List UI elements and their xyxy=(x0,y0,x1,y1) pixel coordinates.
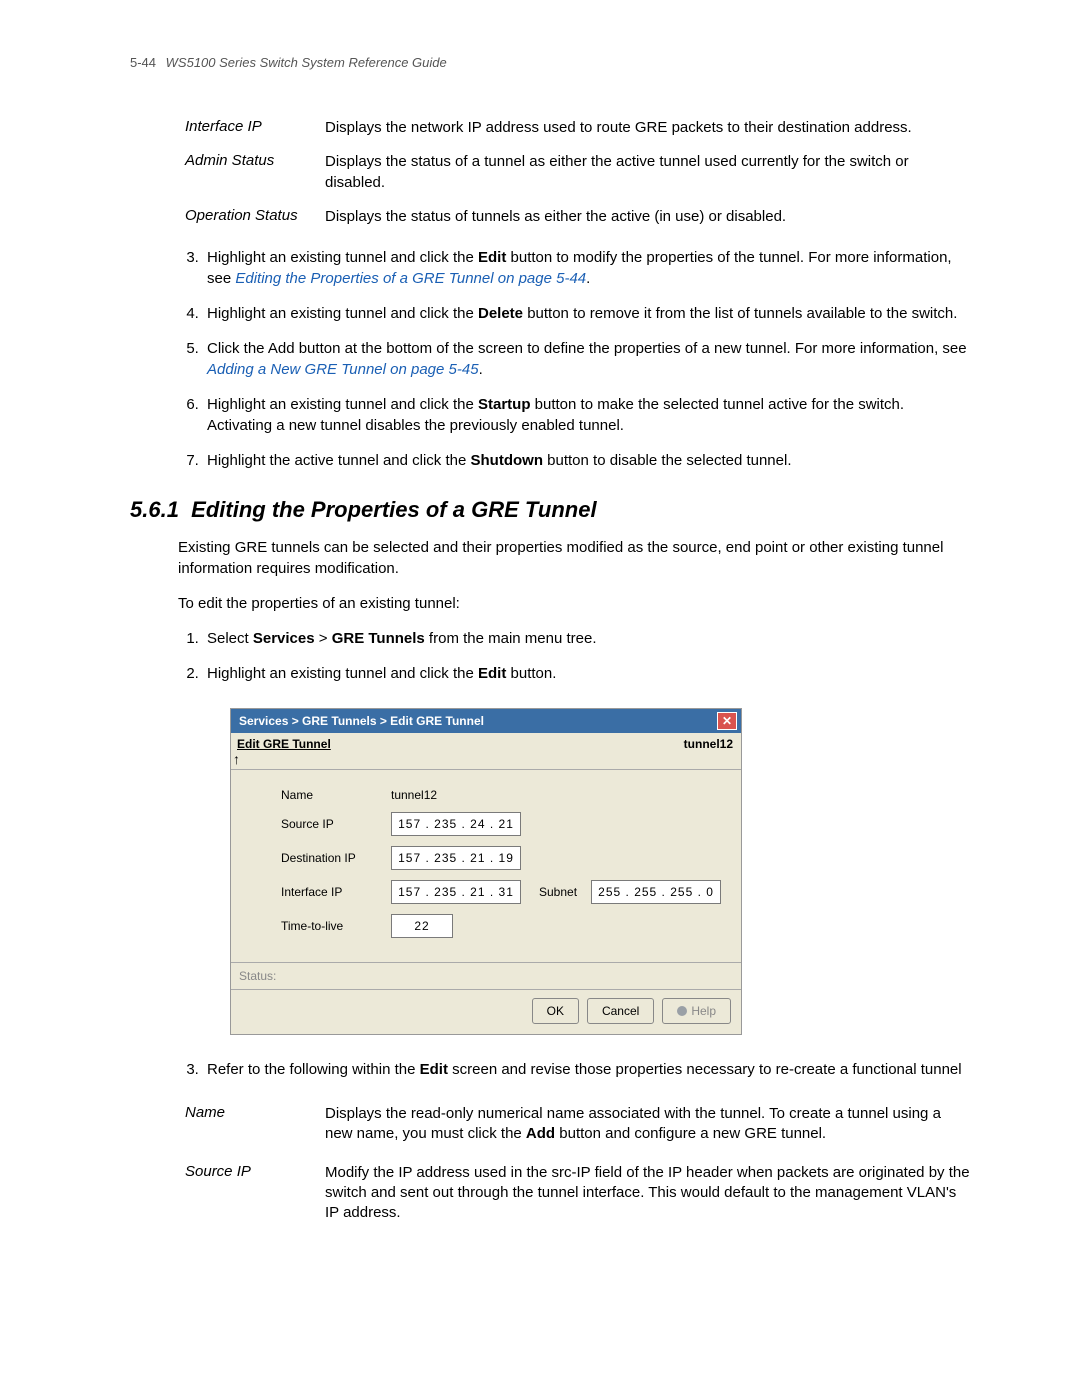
close-icon[interactable]: ✕ xyxy=(717,712,737,730)
page-number: 5-44 xyxy=(130,55,156,70)
def-row: Source IP Modify the IP address used in … xyxy=(185,1163,970,1224)
source-ip-label: Source IP xyxy=(281,817,391,831)
source-ip-input[interactable]: 157 . 235 . 24 . 21 xyxy=(391,812,521,836)
subnet-input[interactable]: 255 . 255 . 255 . 0 xyxy=(591,880,721,904)
def-desc: Displays the status of a tunnel as eithe… xyxy=(325,152,970,193)
dialog-button-row: OK Cancel Help xyxy=(231,989,741,1034)
section-heading: 5.6.1 Editing the Properties of a GRE Tu… xyxy=(130,497,970,523)
def-row: Name Displays the read-only numerical na… xyxy=(185,1104,970,1145)
def-term: Name xyxy=(185,1104,325,1145)
list-item: Click the Add button at the bottom of th… xyxy=(203,338,970,380)
ordered-steps-a: Highlight an existing tunnel and click t… xyxy=(178,247,970,471)
xref-link[interactable]: Adding a New GRE Tunnel on page 5-45 xyxy=(207,361,479,378)
help-button[interactable]: Help xyxy=(662,998,731,1024)
dialog-title-text: Services > GRE Tunnels > Edit GRE Tunnel xyxy=(239,714,484,728)
dialog-subtitle-right: tunnel12 xyxy=(684,737,733,767)
def-desc: Displays the read-only numerical name as… xyxy=(325,1104,970,1145)
edit-gre-dialog: Services > GRE Tunnels > Edit GRE Tunnel… xyxy=(230,708,742,1035)
destination-ip-label: Destination IP xyxy=(281,851,391,865)
def-desc: Displays the status of tunnels as either… xyxy=(325,207,970,227)
interface-ip-label: Interface IP xyxy=(281,885,391,899)
definition-table-top: Interface IP Displays the network IP add… xyxy=(185,118,970,227)
interface-ip-input[interactable]: 157 . 235 . 21 . 31 xyxy=(391,880,521,904)
def-row: Interface IP Displays the network IP add… xyxy=(185,118,970,138)
def-row: Admin Status Displays the status of a tu… xyxy=(185,152,970,193)
page-header: 5-44 WS5100 Series Switch System Referen… xyxy=(130,55,970,70)
ordered-steps-b: Select Services > GRE Tunnels from the m… xyxy=(178,628,970,684)
def-term: Admin Status xyxy=(185,152,325,193)
name-value: tunnel12 xyxy=(391,788,437,802)
ttl-label: Time-to-live xyxy=(281,919,391,933)
destination-ip-input[interactable]: 157 . 235 . 21 . 19 xyxy=(391,846,521,870)
name-label: Name xyxy=(281,788,391,802)
def-term: Operation Status xyxy=(185,207,325,227)
list-item: Highlight an existing tunnel and click t… xyxy=(203,303,970,324)
xref-link[interactable]: Editing the Properties of a GRE Tunnel o… xyxy=(235,270,586,287)
body-paragraph: To edit the properties of an existing tu… xyxy=(178,593,970,614)
def-term: Interface IP xyxy=(185,118,325,138)
dialog-status: Status: xyxy=(231,962,741,989)
def-term: Source IP xyxy=(185,1163,325,1224)
dialog-subtitle-left: Edit GRE Tunnel xyxy=(237,737,331,751)
list-item: Highlight an existing tunnel and click t… xyxy=(203,247,970,289)
cancel-button[interactable]: Cancel xyxy=(587,998,654,1024)
list-item: Highlight an existing tunnel and click t… xyxy=(203,663,970,684)
def-desc: Displays the network IP address used to … xyxy=(325,118,970,138)
list-item: Refer to the following within the Edit s… xyxy=(203,1059,970,1080)
subnet-label: Subnet xyxy=(539,885,577,899)
dialog-titlebar: Services > GRE Tunnels > Edit GRE Tunnel… xyxy=(231,709,741,733)
definition-table-bottom: Name Displays the read-only numerical na… xyxy=(185,1104,970,1223)
dialog-subtitle: Edit GRE Tunnel ↑ tunnel12 xyxy=(231,733,741,770)
body-paragraph: Existing GRE tunnels can be selected and… xyxy=(178,537,970,579)
ok-button[interactable]: OK xyxy=(532,998,579,1024)
list-item: Highlight the active tunnel and click th… xyxy=(203,450,970,471)
def-row: Operation Status Displays the status of … xyxy=(185,207,970,227)
list-item: Select Services > GRE Tunnels from the m… xyxy=(203,628,970,649)
ttl-input[interactable]: 22 xyxy=(391,914,453,938)
list-item: Highlight an existing tunnel and click t… xyxy=(203,394,970,436)
def-desc: Modify the IP address used in the src-IP… xyxy=(325,1163,970,1224)
cursor-icon: ↑ xyxy=(233,751,240,767)
ordered-steps-c: Refer to the following within the Edit s… xyxy=(178,1059,970,1080)
doc-title: WS5100 Series Switch System Reference Gu… xyxy=(166,55,447,70)
